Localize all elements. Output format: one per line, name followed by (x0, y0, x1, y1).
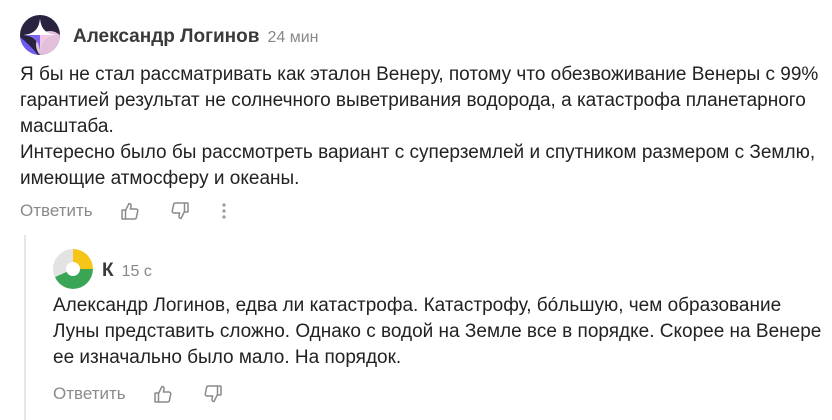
comment-paragraph: Александр Логинов, едва ли катастрофа. К… (53, 295, 822, 368)
comment-actions: Ответить (53, 379, 252, 409)
star-avatar-icon[interactable] (20, 15, 60, 55)
comment-text: Александр Логинов, едва ли катастрофа. К… (53, 293, 823, 371)
reply-comment: К 15 с Александр Логинов, едва ли катаст… (0, 235, 832, 420)
thumbs-up-icon[interactable] (119, 200, 141, 222)
comment: Александр Логинов 24 мин Я бы не стал ра… (0, 0, 832, 235)
comment-header: К 15 с (102, 260, 152, 282)
author-name[interactable]: К (102, 260, 114, 282)
reply-button[interactable]: Ответить (20, 201, 93, 221)
comment-time: 24 мин (267, 29, 319, 46)
comment-paragraph: Я бы не стал рассматривать как эталон Ве… (20, 64, 819, 137)
comment-header: Александр Логинов 24 мин (73, 26, 318, 48)
tricolor-avatar-icon[interactable] (53, 249, 93, 289)
reply-button[interactable]: Ответить (53, 384, 126, 404)
thumbs-down-icon[interactable] (169, 200, 191, 222)
author-name[interactable]: Александр Логинов (73, 26, 259, 48)
thumbs-up-icon[interactable] (152, 383, 174, 405)
thumbs-down-icon[interactable] (202, 383, 224, 405)
more-options-icon[interactable] (219, 200, 229, 222)
comment-actions: Ответить (20, 196, 229, 226)
comment-time: 15 с (121, 263, 152, 280)
comment-paragraph: Интересно было бы рассмотреть вариант с … (20, 142, 816, 189)
comment-text: Я бы не стал рассматривать как эталон Ве… (20, 62, 820, 192)
